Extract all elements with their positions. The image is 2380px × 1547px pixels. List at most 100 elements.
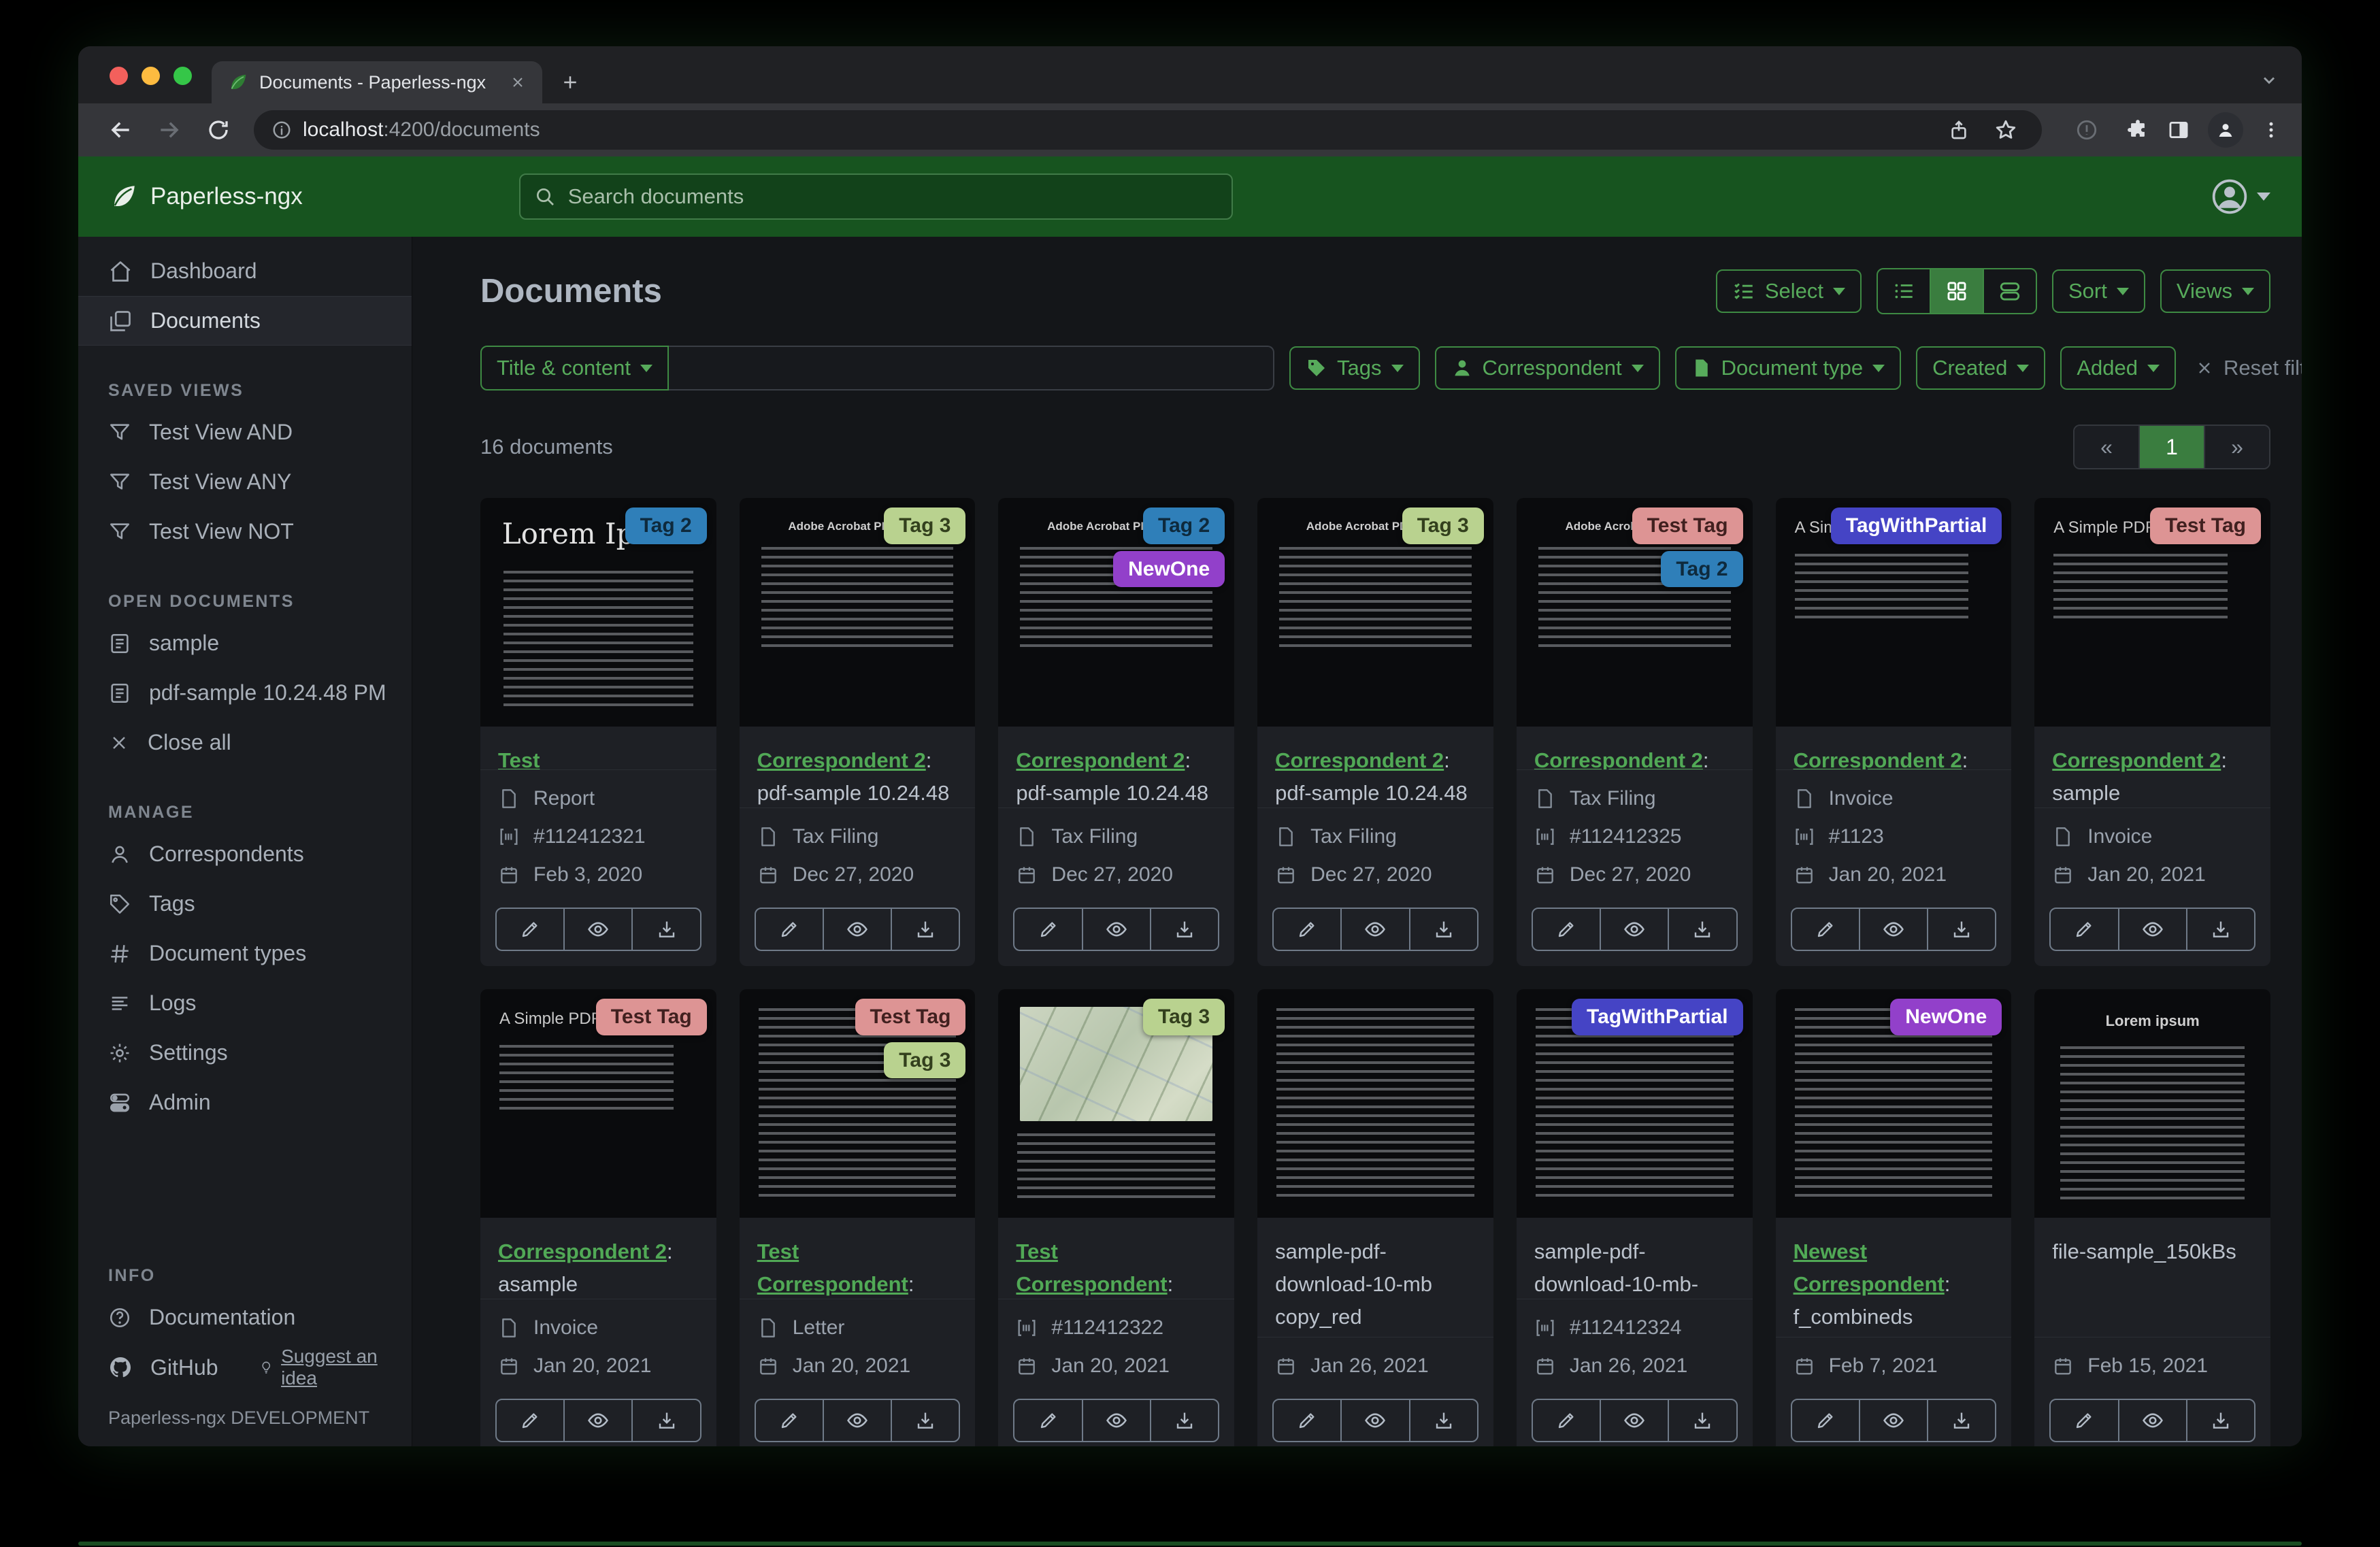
close-window-button[interactable] <box>110 67 128 85</box>
view-button[interactable] <box>1081 1400 1150 1441</box>
sidebar-open-doc-sample[interactable]: sample <box>78 618 412 668</box>
document-thumbnail[interactable]: Test Tag Tag 3 <box>739 989 976 1218</box>
view-button[interactable] <box>1858 1400 1927 1441</box>
correspondent-link[interactable]: Test Correspondent <box>1016 1240 1167 1296</box>
user-menu[interactable] <box>2211 178 2270 216</box>
view-button[interactable] <box>1600 909 1668 950</box>
filter-text-input[interactable] <box>669 346 1275 390</box>
tag-badge[interactable]: Test Tag <box>595 999 707 1035</box>
edit-button[interactable] <box>497 1400 563 1441</box>
tag-badge[interactable]: Test Tag <box>2150 508 2261 544</box>
correspondent-link[interactable]: Correspondent 2 <box>1794 748 1962 769</box>
download-button[interactable] <box>1927 909 1995 950</box>
share-icon[interactable] <box>1948 119 1970 141</box>
sidebar-close-all[interactable]: Close all <box>78 718 412 767</box>
filter-field-selector[interactable]: Title & content <box>480 346 670 390</box>
document-thumbnail[interactable]: Lorem ipsum <box>2034 989 2270 1218</box>
view-button[interactable] <box>563 909 631 950</box>
document-thumbnail[interactable]: Lorem Ipsum Tag 2 <box>480 498 716 727</box>
document-thumbnail[interactable]: A Simple PDF File TagWithPartial <box>1775 498 2012 727</box>
download-button[interactable] <box>2185 909 2254 950</box>
pagination-prev[interactable]: « <box>2075 426 2138 468</box>
global-search[interactable] <box>518 173 1233 220</box>
sidebar-item-test-view-and[interactable]: Test View AND <box>78 407 412 457</box>
correspondent-link[interactable]: Correspondent 2 <box>1534 748 1703 769</box>
sidebar-item-test-view-any[interactable]: Test View ANY <box>78 457 412 507</box>
maximize-window-button[interactable] <box>173 67 192 85</box>
edit-button[interactable] <box>1014 909 1081 950</box>
edit-button[interactable] <box>2051 909 2117 950</box>
sidebar-item-admin[interactable]: Admin <box>78 1078 412 1127</box>
edit-button[interactable] <box>756 1400 823 1441</box>
tag-badge[interactable]: Test Tag <box>1632 508 1743 544</box>
download-button[interactable] <box>1149 1400 1218 1441</box>
view-mode-list[interactable] <box>1878 269 1930 313</box>
tag-badge[interactable]: NewOne <box>1890 999 2002 1035</box>
edit-button[interactable] <box>1533 1400 1600 1441</box>
tag-badge[interactable]: NewOne <box>1113 550 1225 587</box>
view-button[interactable] <box>1081 909 1150 950</box>
view-button[interactable] <box>1600 1400 1668 1441</box>
view-button[interactable] <box>822 909 891 950</box>
bookmark-star-icon[interactable] <box>1994 118 2017 142</box>
tab-search-chevron-icon[interactable] <box>2260 71 2279 90</box>
download-button[interactable] <box>631 1400 699 1441</box>
edit-button[interactable] <box>1274 909 1340 950</box>
tag-badge[interactable]: Tag 2 <box>1143 508 1225 544</box>
sidebar-item-logs[interactable]: Logs <box>78 978 412 1028</box>
edit-button[interactable] <box>497 909 563 950</box>
correspondent-link[interactable]: Test Correspondent <box>498 748 649 769</box>
browser-menu-icon[interactable] <box>2261 120 2281 140</box>
new-tab-button[interactable] <box>560 72 580 93</box>
correspondent-link[interactable]: Newest Correspondent <box>1794 1240 1945 1296</box>
filter-correspondent-button[interactable]: Correspondent <box>1434 346 1660 390</box>
view-mode-details[interactable] <box>1983 269 2036 313</box>
tag-badge[interactable]: TagWithPartial <box>1830 508 2002 544</box>
sidebar-item-correspondents[interactable]: Correspondents <box>78 829 412 879</box>
tag-badge[interactable]: Tag 2 <box>1661 550 1743 587</box>
extension-badge-icon[interactable] <box>2065 108 2109 152</box>
edit-button[interactable] <box>1274 1400 1340 1441</box>
download-button[interactable] <box>1149 909 1218 950</box>
side-panel-icon[interactable] <box>2167 118 2190 142</box>
sidebar-item-dashboard[interactable]: Dashboard <box>78 246 412 296</box>
pagination-next[interactable]: » <box>2204 426 2269 468</box>
download-button[interactable] <box>631 909 699 950</box>
sidebar-item-test-view-not[interactable]: Test View NOT <box>78 507 412 556</box>
download-button[interactable] <box>1668 909 1736 950</box>
sidebar-item-tags[interactable]: Tags <box>78 879 412 929</box>
tag-badge[interactable]: Tag 3 <box>884 508 966 544</box>
github-link[interactable]: GitHub <box>108 1355 218 1380</box>
edit-button[interactable] <box>756 909 823 950</box>
select-button[interactable]: Select <box>1715 269 1862 313</box>
sidebar-open-doc-pdf-sample[interactable]: pdf-sample 10.24.48 PM <box>78 668 412 718</box>
edit-button[interactable] <box>1792 1400 1859 1441</box>
filter-created-button[interactable]: Created <box>1916 346 2046 390</box>
view-mode-grid[interactable] <box>1930 269 1983 313</box>
document-thumbnail[interactable]: A Simple PDF File Test Tag <box>2034 498 2270 727</box>
filter-document-type-button[interactable]: Document type <box>1674 346 1902 390</box>
download-button[interactable] <box>891 1400 959 1441</box>
minimize-window-button[interactable] <box>142 67 160 85</box>
document-thumbnail[interactable] <box>1257 989 1493 1218</box>
back-button[interactable] <box>99 108 142 152</box>
download-button[interactable] <box>1408 1400 1477 1441</box>
view-button[interactable] <box>1340 909 1408 950</box>
tag-badge[interactable]: Tag 2 <box>625 508 707 544</box>
download-button[interactable] <box>2185 1400 2254 1441</box>
document-thumbnail[interactable]: Tag 3 <box>998 989 1235 1218</box>
document-thumbnail[interactable]: TagWithPartial <box>1516 989 1753 1218</box>
correspondent-link[interactable]: Correspondent 2 <box>1275 748 1444 772</box>
view-button[interactable] <box>2117 909 2186 950</box>
tag-badge[interactable]: Tag 3 <box>884 1042 966 1078</box>
correspondent-link[interactable]: Correspondent 2 <box>498 1240 667 1263</box>
tag-badge[interactable]: TagWithPartial <box>1572 999 1743 1035</box>
sidebar-item-documentation[interactable]: Documentation <box>78 1293 412 1342</box>
reload-button[interactable] <box>197 108 240 152</box>
tag-badge[interactable]: Test Tag <box>855 999 966 1035</box>
edit-button[interactable] <box>2051 1400 2117 1441</box>
correspondent-link[interactable]: Correspondent 2 <box>2052 748 2221 772</box>
edit-button[interactable] <box>1014 1400 1081 1441</box>
view-button[interactable] <box>563 1400 631 1441</box>
browser-profile-avatar[interactable] <box>2208 112 2243 148</box>
